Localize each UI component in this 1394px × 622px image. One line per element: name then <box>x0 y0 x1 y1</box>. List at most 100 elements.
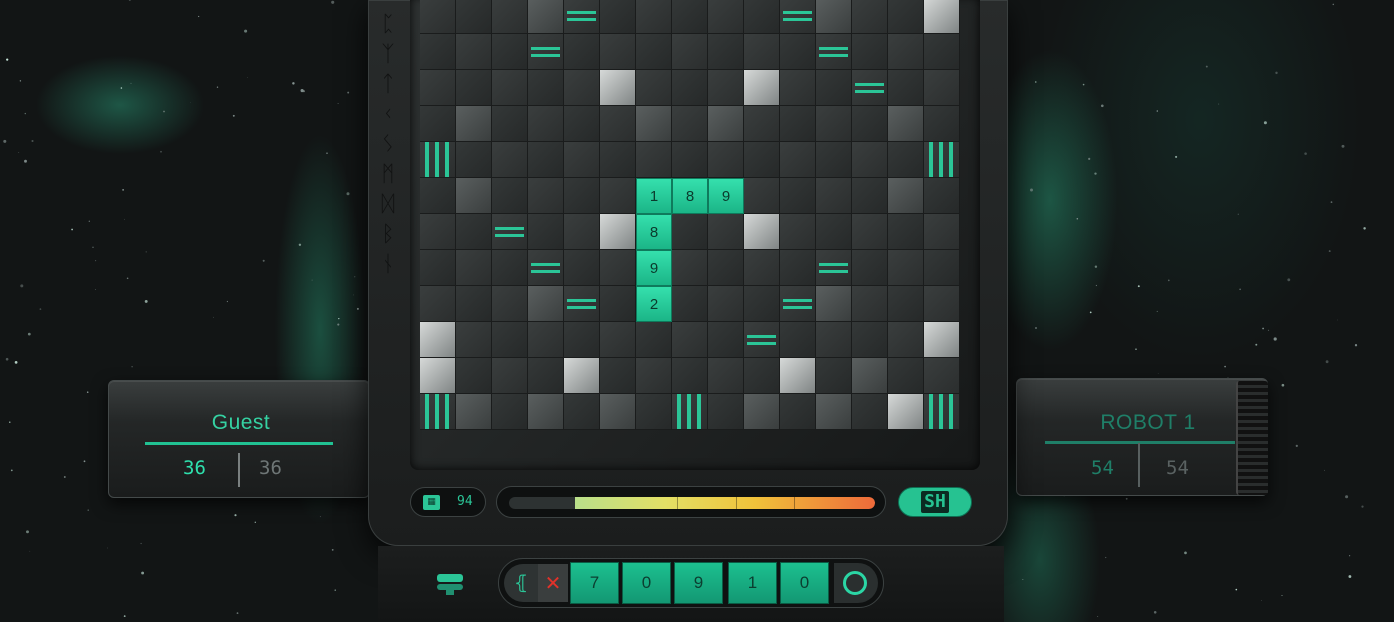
board-cell[interactable] <box>492 34 528 70</box>
board-cell[interactable] <box>600 250 636 286</box>
board-cell[interactable] <box>816 70 852 106</box>
board-cell[interactable] <box>672 34 708 70</box>
board-cell[interactable] <box>564 358 600 394</box>
board-cell[interactable] <box>708 394 744 430</box>
board-cell[interactable] <box>924 358 960 394</box>
double-bonus-cell[interactable] <box>564 0 600 34</box>
double-bonus-cell[interactable] <box>744 322 780 358</box>
board-cell[interactable] <box>420 106 456 142</box>
double-bonus-cell[interactable] <box>492 214 528 250</box>
board-cell[interactable] <box>636 142 672 178</box>
board-cell[interactable] <box>600 394 636 430</box>
placed-tile[interactable]: 8 <box>636 214 672 250</box>
double-bonus-cell[interactable] <box>816 250 852 286</box>
board-cell[interactable] <box>780 250 816 286</box>
board-cell[interactable] <box>888 250 924 286</box>
board-cell[interactable] <box>852 178 888 214</box>
board-cell[interactable] <box>564 250 600 286</box>
rack-tile[interactable]: 0 <box>622 562 671 604</box>
board-cell[interactable] <box>564 394 600 430</box>
board-cell[interactable] <box>420 178 456 214</box>
board-cell[interactable] <box>456 70 492 106</box>
board-cell[interactable] <box>816 394 852 430</box>
board-cell[interactable] <box>672 70 708 106</box>
board-cell[interactable] <box>852 250 888 286</box>
board-cell[interactable] <box>780 322 816 358</box>
board-cell[interactable] <box>708 322 744 358</box>
board-cell[interactable] <box>528 70 564 106</box>
board-cell[interactable] <box>456 178 492 214</box>
board-cell[interactable] <box>456 322 492 358</box>
board-cell[interactable] <box>780 394 816 430</box>
board-cell[interactable] <box>780 70 816 106</box>
board-cell[interactable] <box>564 178 600 214</box>
board-cell[interactable] <box>492 250 528 286</box>
board-cell[interactable] <box>852 0 888 34</box>
board-cell[interactable] <box>780 34 816 70</box>
board-cell[interactable] <box>888 178 924 214</box>
board-cell[interactable] <box>780 358 816 394</box>
board-cell[interactable] <box>852 322 888 358</box>
board-cell[interactable] <box>852 214 888 250</box>
board-cell[interactable] <box>672 214 708 250</box>
board-cell[interactable] <box>528 394 564 430</box>
board-cell[interactable] <box>420 70 456 106</box>
board-cell[interactable] <box>924 106 960 142</box>
board-cell[interactable] <box>708 34 744 70</box>
rack-tile[interactable]: 7 <box>570 562 619 604</box>
board-cell[interactable] <box>636 70 672 106</box>
board-cell[interactable] <box>528 322 564 358</box>
board-cell[interactable] <box>744 394 780 430</box>
rack-tile[interactable]: 1 <box>728 562 777 604</box>
board-cell[interactable] <box>708 70 744 106</box>
board-cell[interactable] <box>744 142 780 178</box>
board-cell[interactable] <box>924 178 960 214</box>
board-cell[interactable] <box>708 250 744 286</box>
board-cell[interactable] <box>600 142 636 178</box>
board-cell[interactable] <box>924 250 960 286</box>
board-cell[interactable] <box>816 322 852 358</box>
board-cell[interactable] <box>456 34 492 70</box>
board-cell[interactable] <box>888 214 924 250</box>
board-cell[interactable] <box>600 0 636 34</box>
board-cell[interactable] <box>744 178 780 214</box>
board-cell[interactable] <box>564 142 600 178</box>
board-cell[interactable] <box>456 394 492 430</box>
board-cell[interactable] <box>600 286 636 322</box>
board-cell[interactable] <box>672 106 708 142</box>
board-cell[interactable] <box>636 322 672 358</box>
board-cell[interactable] <box>924 322 960 358</box>
board-cell[interactable] <box>708 214 744 250</box>
board-cell[interactable] <box>744 250 780 286</box>
board-cell[interactable] <box>672 286 708 322</box>
placed-tile[interactable]: 9 <box>636 250 672 286</box>
board-cell[interactable] <box>888 358 924 394</box>
board-cell[interactable] <box>852 286 888 322</box>
board-cell[interactable] <box>456 286 492 322</box>
board-cell[interactable] <box>492 358 528 394</box>
board-cell[interactable] <box>528 214 564 250</box>
board-cell[interactable] <box>492 142 528 178</box>
board-cell[interactable] <box>492 0 528 34</box>
board-cell[interactable] <box>672 322 708 358</box>
board-cell[interactable] <box>708 286 744 322</box>
board-cell[interactable] <box>816 106 852 142</box>
rack-tile[interactable]: 9 <box>674 562 723 604</box>
board-cell[interactable] <box>924 70 960 106</box>
board-cell[interactable] <box>420 358 456 394</box>
recall-button[interactable]: ⦃ <box>504 564 538 602</box>
board-cell[interactable] <box>672 142 708 178</box>
board-cell[interactable] <box>852 34 888 70</box>
triple-bonus-cell[interactable] <box>420 142 456 178</box>
board-cell[interactable] <box>456 250 492 286</box>
board-cell[interactable] <box>564 322 600 358</box>
board-cell[interactable] <box>528 286 564 322</box>
board-cell[interactable] <box>420 250 456 286</box>
board-cell[interactable] <box>708 0 744 34</box>
triple-bonus-cell[interactable] <box>672 394 708 430</box>
board-cell[interactable] <box>708 358 744 394</box>
board-cell[interactable] <box>600 178 636 214</box>
board-cell[interactable] <box>744 34 780 70</box>
board-cell[interactable] <box>600 106 636 142</box>
board-cell[interactable] <box>528 178 564 214</box>
